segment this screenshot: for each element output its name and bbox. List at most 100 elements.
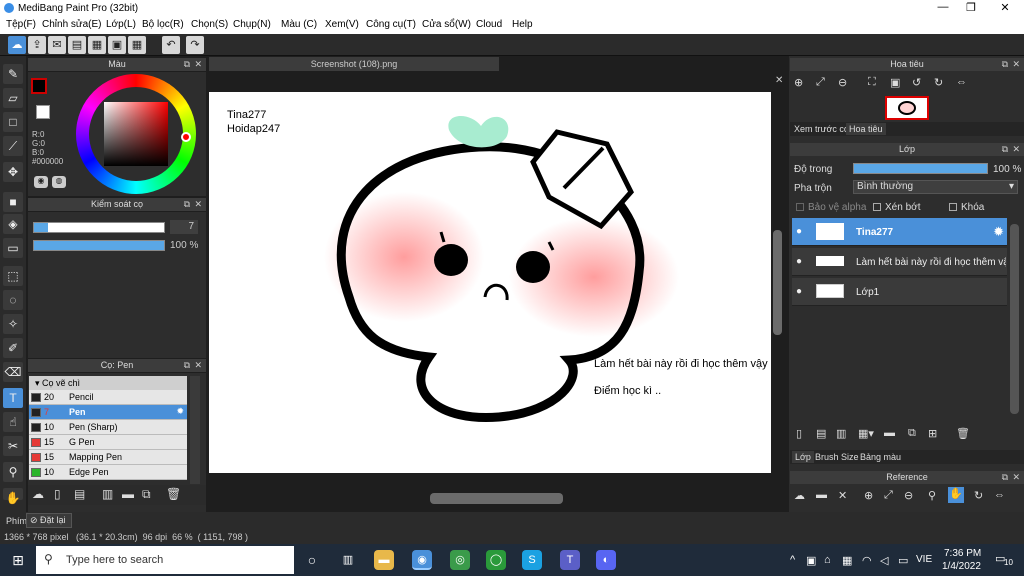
- wifi-icon[interactable]: ◠: [862, 554, 872, 567]
- language-indicator[interactable]: VIE: [916, 554, 932, 565]
- fit-window-icon[interactable]: ⛶: [868, 76, 876, 89]
- redo-icon[interactable]: ↷: [186, 36, 204, 54]
- magic-wand-icon[interactable]: ✧: [3, 314, 23, 334]
- layer-menu-icon[interactable]: ▦▾: [858, 427, 874, 440]
- comment-icon[interactable]: ✉: [48, 36, 66, 54]
- clipping-checkbox[interactable]: [873, 203, 881, 211]
- taskbar-search[interactable]: ⚲ Type here to search: [36, 546, 294, 574]
- share-icon[interactable]: ⇪: [28, 36, 46, 54]
- cloud-icon[interactable]: ☁: [8, 36, 26, 54]
- eyedropper-icon[interactable]: ⚲: [928, 489, 936, 502]
- shape-tool-icon[interactable]: □: [3, 112, 23, 132]
- zoom-fit-icon[interactable]: ⤢: [884, 489, 893, 502]
- tray-chevron-icon[interactable]: ^: [790, 554, 795, 566]
- close-panel-icon[interactable]: ✕: [1012, 143, 1020, 156]
- battery-icon[interactable]: ▭: [898, 554, 908, 567]
- navigator-thumbnail[interactable]: [885, 96, 929, 120]
- color-history-icon[interactable]: ◍: [52, 176, 66, 188]
- tiles-icon[interactable]: ▦: [128, 36, 146, 54]
- menu-layer[interactable]: Lớp(L): [106, 19, 136, 30]
- new-icon[interactable]: ▤: [68, 36, 86, 54]
- trash-icon[interactable]: 🗑: [166, 487, 181, 501]
- brush-item[interactable]: 20 Pencil: [29, 390, 187, 405]
- detach-icon[interactable]: ⧉: [1002, 471, 1008, 484]
- eraser-tool-icon[interactable]: ▱: [3, 88, 23, 108]
- drawing-canvas[interactable]: Tina277 Hoidap247 Làm hết bài này rồi đi…: [209, 92, 771, 473]
- zoom-out-icon[interactable]: ⊖: [904, 489, 913, 502]
- actual-size-icon[interactable]: ▣: [890, 76, 900, 89]
- flip-icon[interactable]: ⇔: [956, 76, 967, 88]
- brush-size-slider[interactable]: [33, 222, 165, 233]
- task-view-icon[interactable]: ▥: [338, 550, 358, 570]
- select-eraser-icon[interactable]: ⌫: [3, 362, 23, 382]
- volume-icon[interactable]: ◁: [880, 554, 888, 567]
- windows-start-icon[interactable]: ⊞: [8, 550, 28, 570]
- tab-brush-size[interactable]: Brush Size: [815, 452, 859, 462]
- text-tool-icon[interactable]: T: [3, 388, 23, 408]
- merge-layer-icon[interactable]: ⊞: [928, 427, 937, 440]
- menu-filter[interactable]: Bộ lọc(R): [142, 19, 184, 30]
- menu-help[interactable]: Help: [512, 19, 533, 30]
- close-icon[interactable]: ✕: [838, 489, 847, 502]
- brush-opacity-slider[interactable]: [33, 240, 165, 251]
- hue-handle[interactable]: [181, 132, 191, 142]
- select-rect-icon[interactable]: ⬚: [3, 266, 23, 286]
- brush-group[interactable]: ▾ Cọ vẽ chì: [29, 376, 187, 390]
- discord-icon[interactable]: ◐: [596, 550, 616, 570]
- horizontal-scrollbar[interactable]: [430, 493, 563, 504]
- rotate-left-icon[interactable]: ↺: [912, 76, 921, 89]
- brush-item[interactable]: 15 Mapping Pen: [29, 450, 187, 465]
- close-panel-icon[interactable]: ✕: [194, 58, 202, 71]
- select-pen-icon[interactable]: ✐: [3, 338, 23, 358]
- new-brush-icon[interactable]: ▯: [54, 487, 61, 501]
- rotate-icon[interactable]: ↻: [974, 489, 983, 502]
- copy-brush-icon[interactable]: ⧉: [142, 487, 151, 502]
- close-panel-icon[interactable]: ✕: [194, 198, 202, 211]
- detach-icon[interactable]: ⧉: [184, 359, 190, 372]
- menu-file[interactable]: Tệp(F): [6, 19, 36, 30]
- divide-tool-icon[interactable]: ✂: [3, 436, 23, 456]
- brush-settings-icon[interactable]: ▥: [102, 487, 113, 501]
- menu-select[interactable]: Chọn(S): [191, 19, 228, 30]
- zoom-in-icon[interactable]: ⊕: [864, 489, 873, 502]
- rotate-right-icon[interactable]: ↻: [934, 76, 943, 89]
- tab-brush-preview[interactable]: Xem trước cọ: [794, 124, 849, 134]
- brush-item-selected[interactable]: 7 Pen ✹: [29, 405, 187, 420]
- gradient-tool-icon[interactable]: ▭: [3, 238, 23, 258]
- meet-icon[interactable]: ▣: [806, 554, 816, 567]
- layer-row[interactable]: ● Làm hết bài này rồi đi học thêm vậy: [792, 248, 1007, 276]
- layer-opacity-slider[interactable]: [853, 163, 988, 174]
- protect-alpha-checkbox[interactable]: [796, 203, 804, 211]
- gear-icon[interactable]: ✹: [176, 406, 184, 417]
- detach-icon[interactable]: ⧉: [184, 198, 190, 211]
- network-icon[interactable]: ⌂: [824, 554, 831, 566]
- detach-icon[interactable]: ⧉: [184, 58, 190, 71]
- menu-view[interactable]: Xem(V): [325, 19, 359, 30]
- menu-edit[interactable]: Chỉnh sửa(E): [42, 19, 102, 30]
- grid-icon[interactable]: ▣: [108, 36, 126, 54]
- skype-icon[interactable]: S: [522, 550, 542, 570]
- move-tool-icon[interactable]: ✥: [3, 162, 23, 182]
- secondary-color-swatch[interactable]: [36, 105, 50, 119]
- duplicate-layer-icon[interactable]: ⧉: [908, 427, 916, 440]
- fill-rect-icon[interactable]: ■: [3, 192, 23, 212]
- reset-button[interactable]: ⊘ Đặt lại: [26, 513, 72, 528]
- app-icon[interactable]: ◎: [450, 550, 470, 570]
- menu-tools[interactable]: Công cụ(T): [366, 19, 416, 30]
- medibang-icon[interactable]: ◉: [412, 550, 432, 570]
- open-folder-icon[interactable]: ▬: [816, 489, 827, 501]
- blend-mode-select[interactable]: Bình thường ▾: [853, 180, 1018, 194]
- new-layer-icon[interactable]: ▯: [796, 427, 802, 440]
- clock-date[interactable]: 1/4/2022: [942, 561, 981, 572]
- line-tool-icon[interactable]: ⟋: [3, 136, 23, 156]
- add-brush-cloud-icon[interactable]: ☁: [32, 487, 44, 501]
- add-brush-icon[interactable]: ▤: [74, 487, 85, 501]
- brush-tool-icon[interactable]: ✎: [3, 64, 23, 84]
- document-tab[interactable]: Screenshot (108).png: [209, 57, 499, 71]
- eye-icon[interactable]: ●: [796, 226, 802, 237]
- palette-icon[interactable]: ◉: [34, 176, 48, 188]
- primary-color-swatch[interactable]: [31, 78, 47, 94]
- menu-cloud[interactable]: Cloud: [476, 19, 502, 30]
- eyedropper-icon[interactable]: ⚲: [3, 462, 23, 482]
- tab-navigator[interactable]: Hoa tiêu: [846, 123, 886, 135]
